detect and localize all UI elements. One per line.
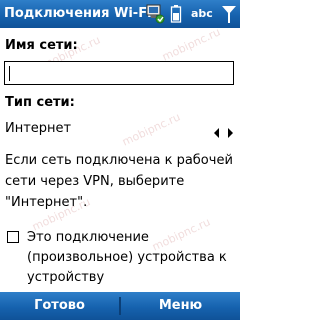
signal-icon[interactable] (221, 4, 237, 28)
softkey-bar: Готово Меню (0, 292, 240, 320)
network-name-input[interactable] (4, 61, 234, 85)
device-to-device-checkbox[interactable] (7, 231, 19, 243)
connectivity-icon[interactable] (146, 4, 166, 28)
network-type-label: Тип сети: (5, 95, 75, 110)
device-to-device-label: Это подключение (произвольное) устройств… (27, 230, 227, 285)
network-name-label: Имя сети: (5, 38, 78, 53)
window-title: Подключения Wi-Fi (4, 6, 152, 21)
network-type-spinner[interactable] (213, 124, 235, 143)
title-bar: Подключения Wi-Fi abc (0, 0, 240, 28)
done-softkey[interactable]: Готово (0, 292, 119, 320)
input-mode-indicator[interactable]: abc (191, 7, 213, 20)
battery-icon[interactable] (170, 4, 182, 28)
menu-softkey[interactable]: Меню (121, 292, 240, 320)
arrow-left-icon (214, 128, 219, 138)
help-text: Если сеть подключена к рабочей сети чере… (5, 153, 233, 210)
network-type-value[interactable]: Интернет (5, 121, 71, 136)
form-area: mobipnc.ru mobipnc.ru mobipnc.ru mobipnc… (0, 25, 240, 292)
text-caret (9, 66, 10, 81)
arrow-right-icon (228, 128, 233, 138)
